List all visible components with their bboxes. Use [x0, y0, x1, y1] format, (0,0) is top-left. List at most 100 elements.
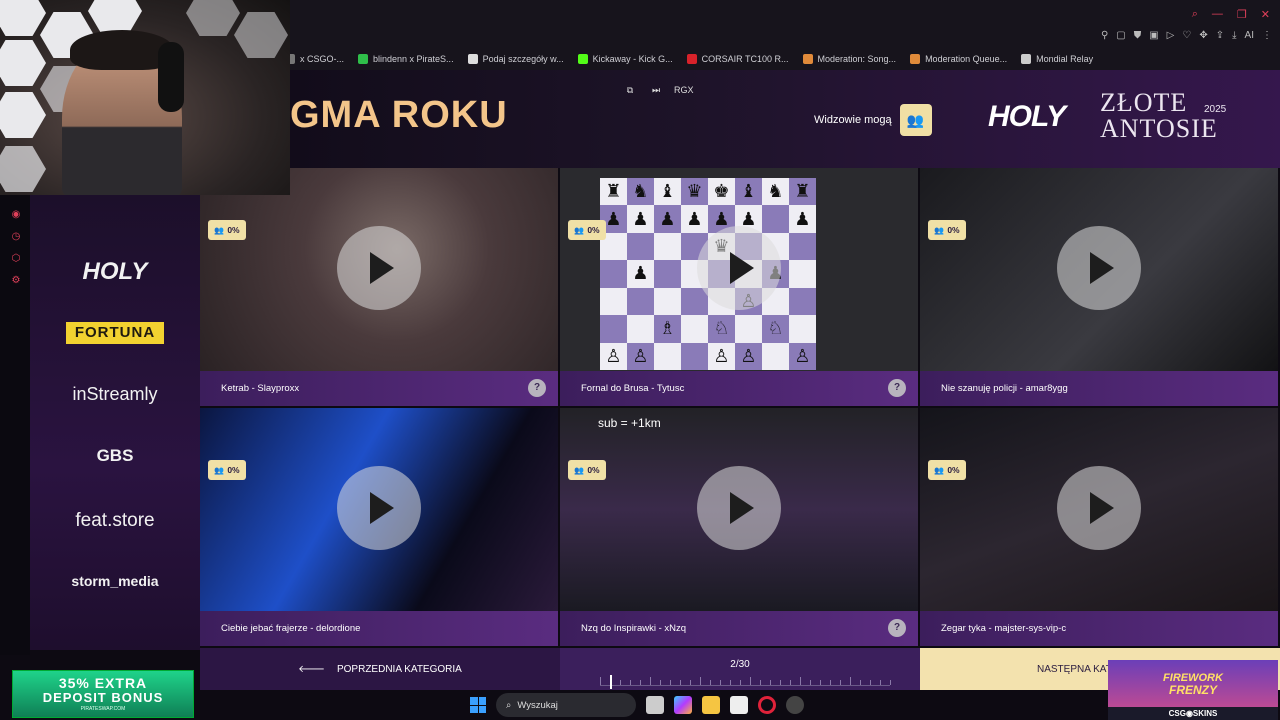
- progress-track[interactable]: [600, 675, 891, 689]
- more-icon[interactable]: ⋮: [1262, 30, 1272, 41]
- vote-percent-badge: 👥 0%: [208, 460, 246, 480]
- bookmark-item[interactable]: Kickaway - Kick G...: [577, 54, 673, 64]
- bookmark-item[interactable]: Moderation: Song...: [802, 54, 897, 64]
- play-icon[interactable]: ▷: [1167, 30, 1175, 41]
- favicon-icon: [358, 54, 369, 64]
- clip-tile[interactable]: 👥 0% Nie szanuję policji - amar8ygg: [920, 168, 1278, 406]
- bookmark-item[interactable]: Podaj szczegóły w...: [467, 54, 564, 64]
- crop-icon[interactable]: ▢: [1116, 30, 1125, 41]
- windows-start-icon[interactable]: [470, 697, 486, 713]
- close-icon[interactable]: ✕: [1261, 8, 1270, 21]
- store-icon[interactable]: [730, 696, 748, 714]
- clip-caption[interactable]: Fornal do Brusa - Tytusc: [560, 371, 918, 406]
- play-icon[interactable]: [697, 466, 781, 550]
- play-icon[interactable]: [337, 466, 421, 550]
- play-icon[interactable]: [337, 226, 421, 310]
- heart-icon[interactable]: ♡: [1182, 30, 1191, 41]
- progress-tick: [780, 680, 781, 685]
- award-logo: ZŁOTE ANTOSIE: [1100, 90, 1218, 142]
- sponsor-feat-store[interactable]: feat.store: [30, 510, 200, 532]
- record-icon[interactable]: ◉: [10, 209, 22, 221]
- sponsor-instreamly[interactable]: inStreamly: [30, 384, 200, 405]
- clip-tile[interactable]: 👥 0% Ketrab - Slayproxx?: [200, 168, 558, 406]
- gear-icon[interactable]: ⚙: [10, 275, 22, 287]
- clip-caption[interactable]: Nzq do Inspirawki - xNzq: [560, 611, 918, 646]
- clip-tile[interactable]: ♜♞♝♛♚♝♞♜♟♟♟♟♟♟♟♛♟♟♙♗♘♘♙♙♙♙♙👥0%Fornal do …: [560, 168, 918, 406]
- clip-title: Zegar tyka - majster-sys-vip-c: [941, 623, 1067, 634]
- help-icon[interactable]: ?: [888, 379, 906, 397]
- progress-tick: [760, 680, 761, 685]
- bookmark-label: CORSAIR TC100 R...: [701, 54, 789, 64]
- bookmark-item[interactable]: Mondial Relay: [1021, 54, 1093, 64]
- award-year: 2025: [1204, 104, 1227, 115]
- prev-category-button[interactable]: 🡐 POPRZEDNIA KATEGORIA: [200, 648, 560, 690]
- sponsor-holy[interactable]: HOLY: [30, 258, 200, 286]
- sponsor-storm-media[interactable]: storm_media: [30, 573, 200, 589]
- box-icon[interactable]: ▣: [1149, 30, 1158, 41]
- clip-tile[interactable]: sub = +1km 👥 0% Nzq do Inspirawki - xNzq?: [560, 408, 918, 646]
- progress-tick: [640, 680, 641, 685]
- vote-percent-badge: 👥 0%: [568, 220, 606, 240]
- progress-tick: [630, 680, 631, 685]
- vote-percent: 0%: [227, 465, 240, 475]
- puzzle-icon[interactable]: ✥: [1199, 30, 1207, 41]
- ai-button[interactable]: AI: [1245, 30, 1254, 41]
- progress-tick: [690, 680, 691, 685]
- help-icon[interactable]: ?: [528, 379, 546, 397]
- progress-tick: [890, 680, 891, 685]
- search-icon[interactable]: ⌕: [1192, 8, 1198, 21]
- minimize-icon[interactable]: —: [1212, 8, 1223, 21]
- share-icon[interactable]: ⇪: [1216, 30, 1224, 41]
- play-icon[interactable]: [697, 226, 781, 310]
- download-icon[interactable]: ⤓: [1232, 30, 1236, 41]
- vote-percent-badge: 👥 0%: [928, 220, 966, 240]
- sponsor-fortuna[interactable]: FORTUNA: [66, 322, 164, 344]
- clock-icon[interactable]: ◷: [10, 231, 22, 243]
- pirateswap-promo[interactable]: 35% EXTRA DEPOSIT BONUS PIRATESWAP.COM: [12, 670, 194, 718]
- progress-tick: [720, 680, 721, 685]
- obs-icon[interactable]: [786, 696, 804, 714]
- copilot-icon[interactable]: [674, 696, 692, 714]
- clip-caption[interactable]: Nie szanuję policji - amar8ygg: [920, 371, 1278, 406]
- users-icon[interactable]: 👥: [899, 104, 932, 136]
- hexagon-icon[interactable]: ⬡: [10, 253, 22, 265]
- progress-tick: [810, 680, 811, 685]
- skip-icon[interactable]: ⏭: [648, 83, 664, 97]
- progress-tick: [670, 680, 671, 685]
- rgx-button[interactable]: RGX: [674, 83, 694, 97]
- shield-icon[interactable]: ⛊: [1134, 30, 1142, 41]
- viewers-label: Widzowie mogą: [814, 114, 892, 126]
- clip-caption[interactable]: Ketrab - Slayproxx: [200, 371, 558, 406]
- bookmark-item[interactable]: Moderation Queue...: [910, 54, 1007, 64]
- play-icon[interactable]: [1057, 226, 1141, 310]
- csgoskins-promo[interactable]: FIREWORK FRENZY CSG◉SKINS: [1108, 660, 1278, 720]
- clip-caption[interactable]: Ciebie jebać frajerze - delordione: [200, 611, 558, 646]
- bookmark-label: Moderation: Song...: [817, 54, 897, 64]
- opera-gx-icon[interactable]: [758, 696, 776, 714]
- vote-percent-badge: 👥 0%: [928, 460, 966, 480]
- maximize-icon[interactable]: ❐: [1237, 8, 1247, 21]
- bookmark-item[interactable]: CORSAIR TC100 R...: [686, 54, 789, 64]
- webcam-overlay: [0, 0, 290, 195]
- clip-tile[interactable]: 👥 0% Zegar tyka - majster-sys-vip-c: [920, 408, 1278, 646]
- popout-icon[interactable]: ⧉: [622, 83, 638, 97]
- progress-tick: [820, 680, 821, 685]
- progress-tick: [660, 680, 661, 685]
- arrow-left-icon: 🡐: [298, 664, 325, 675]
- users-icon: 👥: [934, 225, 945, 235]
- bookmark-item[interactable]: x CSGO-...: [285, 54, 344, 64]
- clip-tile[interactable]: 👥 0% Ciebie jebać frajerze - delordione: [200, 408, 558, 646]
- help-icon[interactable]: ?: [888, 619, 906, 637]
- bookmark-item[interactable]: blindenn x PirateS...: [358, 54, 454, 64]
- pin-icon[interactable]: ⚲: [1101, 30, 1108, 41]
- sponsor-gbs[interactable]: GBS: [30, 446, 200, 466]
- folder-icon[interactable]: [702, 696, 720, 714]
- task-view-icon[interactable]: [646, 696, 664, 714]
- taskbar-search[interactable]: ⌕ Wyszukaj: [496, 693, 636, 717]
- users-icon: 👥: [574, 225, 585, 235]
- play-icon[interactable]: [1057, 466, 1141, 550]
- progress-tick: [800, 677, 801, 685]
- clip-caption[interactable]: Zegar tyka - majster-sys-vip-c: [920, 611, 1278, 646]
- search-icon: ⌕: [506, 699, 512, 711]
- search-placeholder: Wyszukaj: [517, 699, 558, 711]
